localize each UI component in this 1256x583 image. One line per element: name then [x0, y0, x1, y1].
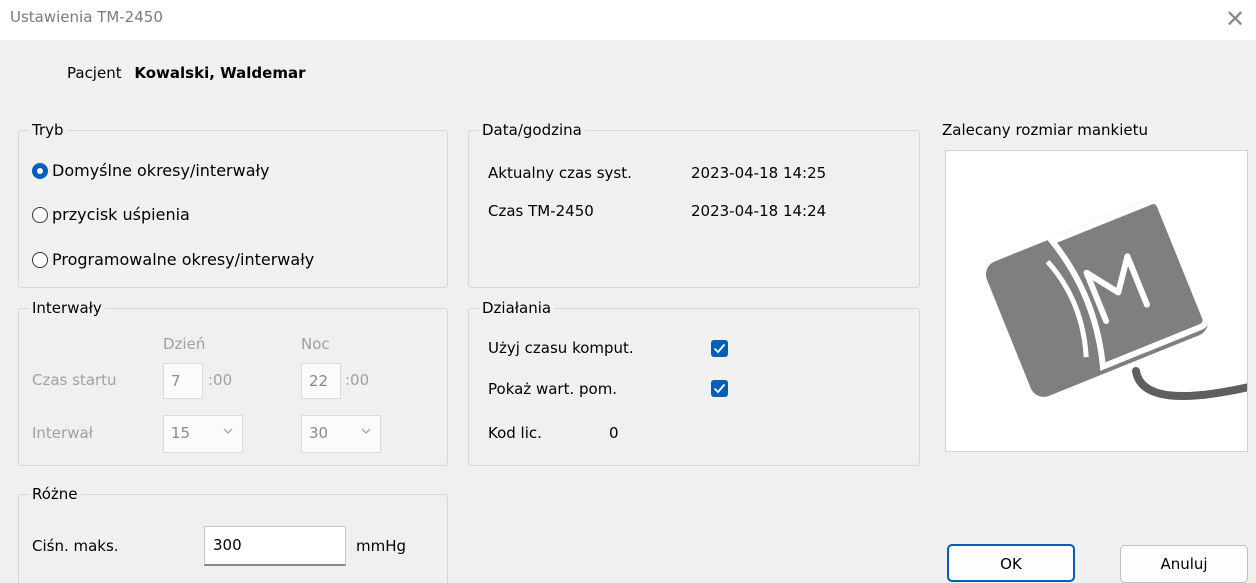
interval-night-select[interactable]: 30: [301, 415, 381, 453]
license-code-label: Kod lic.: [488, 424, 542, 442]
max-pressure-value: 300: [213, 536, 242, 554]
checkmark-icon: [713, 383, 726, 394]
interval-day-value: 15: [171, 424, 191, 442]
misc-legend: Różne: [29, 484, 81, 504]
chevron-down-icon: [361, 428, 371, 434]
radio-label: Domyślne okresy/interwały: [52, 161, 270, 180]
datetime-legend: Data/godzina: [479, 120, 585, 140]
start-time-label: Czas startu: [32, 371, 117, 389]
start-night-input[interactable]: 22: [301, 363, 341, 399]
device-time-label: Czas TM-2450: [488, 202, 594, 220]
radio-default-intervals[interactable]: Domyślne okresy/interwały: [32, 161, 270, 180]
system-time-value: 2023-04-18 14:25: [691, 164, 827, 182]
use-computer-time-label: Użyj czasu komput.: [488, 339, 634, 357]
radio-unselected-icon: [32, 251, 48, 268]
use-computer-time-checkbox[interactable]: [711, 340, 728, 357]
cancel-button[interactable]: Anuluj: [1120, 545, 1248, 583]
interval-label: Interwał: [32, 424, 93, 442]
radio-label: Programowalne okresy/interwały: [52, 250, 315, 269]
chevron-down-icon: [223, 428, 233, 434]
show-values-checkbox[interactable]: [711, 380, 728, 397]
radio-sleep-button[interactable]: przycisk uśpienia: [32, 205, 190, 224]
radio-unselected-icon: [32, 206, 48, 223]
start-night-suffix: :00: [345, 371, 370, 389]
window-title: Ustawienia TM-2450: [10, 8, 163, 26]
patient-name: Kowalski, Waldemar: [134, 64, 306, 82]
interval-day-select[interactable]: 15: [163, 415, 243, 453]
radio-label: przycisk uśpienia: [52, 205, 190, 224]
start-night-value: 22: [309, 372, 329, 390]
system-time-label: Aktualny czas syst.: [488, 164, 632, 182]
ok-button[interactable]: OK: [947, 544, 1075, 582]
interval-night-value: 30: [309, 424, 329, 442]
title-bar: Ustawienia TM-2450 ✕: [0, 0, 1256, 40]
start-day-suffix: :00: [208, 371, 233, 389]
cuff-icon: [985, 198, 1247, 401]
checkmark-icon: [713, 343, 726, 354]
license-code-value: 0: [609, 424, 619, 442]
intervals-legend: Interwały: [29, 298, 105, 318]
device-time-value: 2023-04-18 14:24: [691, 202, 827, 220]
pressure-unit: mmHg: [356, 537, 407, 555]
mode-legend: Tryb: [29, 120, 67, 140]
actions-legend: Działania: [479, 298, 555, 318]
start-day-value: 7: [171, 372, 181, 390]
close-icon[interactable]: ✕: [1218, 2, 1252, 36]
patient-row: Pacjent Kowalski, Waldemar: [67, 64, 305, 82]
radio-selected-icon: [32, 162, 48, 179]
patient-label: Pacjent: [67, 64, 122, 82]
cuff-image: [945, 150, 1248, 452]
column-night-label: Noc: [301, 335, 330, 353]
show-values-label: Pokaż wart. pom.: [488, 380, 618, 398]
start-day-input[interactable]: 7: [163, 363, 203, 399]
column-day-label: Dzień: [163, 335, 206, 353]
cuff-size-label: Zalecany rozmiar mankietu: [942, 121, 1149, 139]
max-pressure-label: Ciśn. maks.: [32, 537, 119, 555]
max-pressure-input[interactable]: 300: [204, 526, 346, 566]
radio-programmable-intervals[interactable]: Programowalne okresy/interwały: [32, 250, 314, 269]
